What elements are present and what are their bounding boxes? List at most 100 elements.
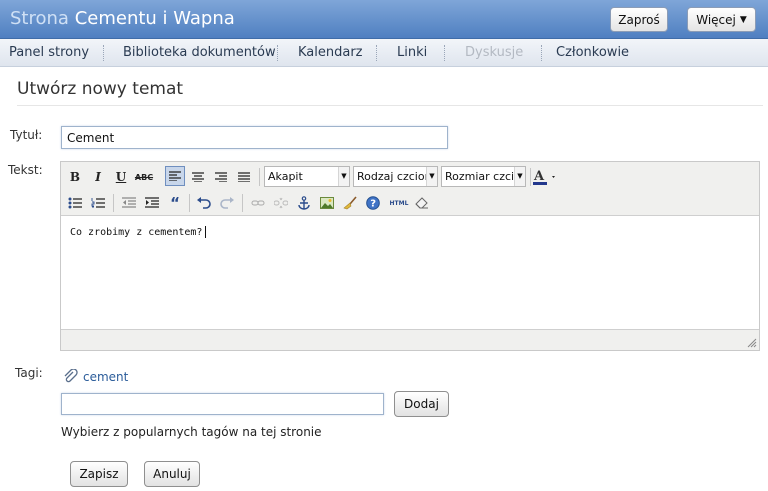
cancel-button[interactable]: Anuluj <box>144 461 200 487</box>
align-center-icon <box>192 172 204 182</box>
numbered-list-icon <box>91 198 105 208</box>
bullet-list-icon <box>68 197 82 209</box>
toolbar-separator <box>259 168 260 186</box>
help-button[interactable]: ? <box>363 193 383 213</box>
invite-button[interactable]: Zaproś <box>610 7 668 32</box>
add-tag-button[interactable]: Dodaj <box>394 391 449 417</box>
broom-icon <box>343 196 357 210</box>
site-title-prefix: Strona <box>10 8 69 29</box>
paperclip-icon <box>64 369 78 383</box>
toolbar-separator <box>242 194 243 212</box>
bullet-list-button[interactable] <box>65 193 85 213</box>
indent-icon <box>145 197 159 208</box>
redo-icon <box>220 197 234 209</box>
dropdown-arrow-icon: ▼ <box>338 167 349 186</box>
text-label: Tekst: <box>8 163 43 177</box>
editor-toolbar: B I U ABC Akapit ▼ Rodzaj czcionk ▼ Rozm… <box>61 162 759 216</box>
outdent-icon <box>122 197 136 208</box>
font-size-select[interactable]: Rozmiar czcion ▼ <box>441 166 526 187</box>
justify-button[interactable] <box>234 167 254 187</box>
blockquote-button[interactable]: “ <box>165 193 185 213</box>
anchor-button[interactable] <box>294 193 314 213</box>
unlink-button[interactable] <box>271 193 291 213</box>
dropdown-arrow-icon: ▼ <box>514 167 525 186</box>
anchor-icon <box>298 196 310 210</box>
nav-separator <box>277 45 278 61</box>
tag-input[interactable] <box>61 393 384 415</box>
undo-button[interactable] <box>194 193 214 213</box>
remove-format-button[interactable] <box>412 193 432 213</box>
site-title[interactable]: Strona Cementu i Wapna <box>10 8 235 29</box>
strikethrough-button[interactable]: ABC <box>134 167 154 187</box>
redo-button[interactable] <box>217 193 237 213</box>
italic-button[interactable]: I <box>88 167 108 187</box>
nav-separator <box>541 45 542 61</box>
help-icon: ? <box>366 196 380 210</box>
html-source-button[interactable]: HTML <box>386 193 412 213</box>
svg-text:A: A <box>533 169 545 184</box>
nav-separator <box>444 45 445 61</box>
tag-item[interactable]: cement <box>63 369 128 384</box>
nav-item-members[interactable]: Członkowie <box>556 45 629 60</box>
blockquote-icon: “ <box>170 194 180 212</box>
align-center-button[interactable] <box>188 167 208 187</box>
tag-label: cement <box>83 369 129 384</box>
insert-image-button[interactable] <box>317 193 337 213</box>
more-menu-button[interactable]: Więcej ▼ <box>687 7 756 32</box>
eraser-icon <box>415 197 428 209</box>
svg-text:?: ? <box>370 199 376 210</box>
resize-handle-icon[interactable] <box>747 338 757 348</box>
font-color-icon: A <box>533 169 555 185</box>
outdent-button[interactable] <box>119 193 139 213</box>
text-cursor <box>205 226 207 238</box>
editor-statusbar <box>61 329 759 350</box>
editor-content-area[interactable]: Co zrobimy z cementem? <box>61 217 759 329</box>
rich-text-editor: B I U ABC Akapit ▼ Rodzaj czcionk ▼ Rozm… <box>60 161 760 351</box>
link-icon <box>251 200 265 206</box>
toolbar-separator <box>189 194 190 212</box>
save-button-label: Zapisz <box>79 467 119 481</box>
cancel-button-label: Anuluj <box>153 467 191 481</box>
save-button[interactable]: Zapisz <box>70 461 128 487</box>
numbered-list-button[interactable] <box>88 193 108 213</box>
align-left-button[interactable] <box>165 166 185 186</box>
align-right-button[interactable] <box>211 167 231 187</box>
format-select-value: Akapit <box>268 170 303 183</box>
format-select[interactable]: Akapit ▼ <box>264 166 350 187</box>
divider <box>17 105 763 106</box>
tags-label: Tagi: <box>15 366 43 380</box>
unlink-icon <box>274 197 288 209</box>
cleanup-button[interactable] <box>340 193 360 213</box>
site-header: Strona Cementu i Wapna Zaproś Więcej ▼ <box>0 0 768 39</box>
font-family-select[interactable]: Rodzaj czcionk ▼ <box>353 166 438 187</box>
align-right-icon <box>215 172 227 182</box>
editor-content-text: Co zrobimy z cementem? <box>70 227 203 238</box>
insert-link-button[interactable] <box>248 193 268 213</box>
dropdown-arrow-icon: ▼ <box>426 167 437 186</box>
html-source-icon: HTML <box>389 199 409 207</box>
nav-item-dashboard[interactable]: Panel strony <box>9 45 89 60</box>
nav-item-calendar[interactable]: Kalendarz <box>298 45 363 60</box>
underline-button[interactable]: U <box>111 167 131 187</box>
indent-button[interactable] <box>142 193 162 213</box>
toolbar-separator <box>113 194 114 212</box>
title-input[interactable] <box>61 126 448 149</box>
popular-tags-hint: Wybierz z popularnych tagów na tej stron… <box>61 425 322 439</box>
image-icon <box>320 197 334 209</box>
bold-button[interactable]: B <box>65 167 85 187</box>
align-left-icon <box>169 171 181 181</box>
text-color-button[interactable]: A <box>531 167 559 187</box>
site-title-name: Cementu i Wapna <box>74 8 235 29</box>
nav-item-links[interactable]: Linki <box>397 45 427 60</box>
chevron-down-icon: ▼ <box>739 14 747 25</box>
more-button-label: Więcej <box>696 12 736 27</box>
site-navigation: Panel strony Biblioteka dokumentów Kalen… <box>0 39 768 67</box>
nav-separator <box>103 45 104 61</box>
nav-item-document-library[interactable]: Biblioteka dokumentów <box>123 45 276 60</box>
add-tag-button-label: Dodaj <box>404 397 439 411</box>
nav-item-discussions[interactable]: Dyskusje <box>465 45 523 60</box>
page-title: Utwórz nowy temat <box>17 79 184 99</box>
invite-button-label: Zaproś <box>618 12 660 27</box>
title-label: Tytuł: <box>10 128 43 142</box>
nav-separator <box>376 45 377 61</box>
